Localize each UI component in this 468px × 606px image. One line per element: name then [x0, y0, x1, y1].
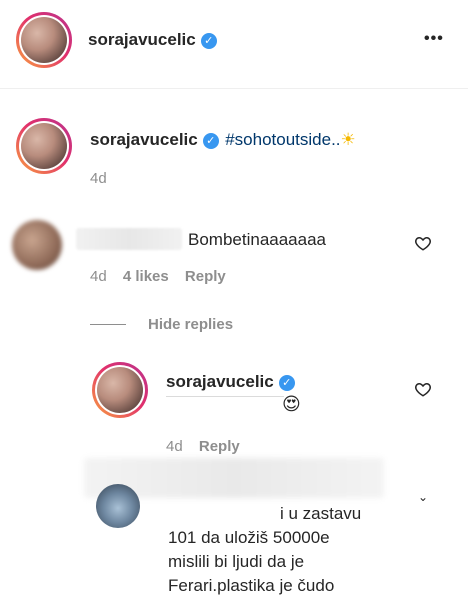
reply-button[interactable]: Reply [199, 438, 240, 455]
chevron-down-icon[interactable]: ⌄ [418, 490, 428, 504]
post-header: sorajavucelic ✓ ••• [0, 0, 468, 88]
sun-emoji-icon: ☀ [340, 130, 356, 149]
heart-eyes-emoji: 😍 [282, 394, 301, 414]
avatar[interactable] [96, 484, 140, 528]
comment-item: Bombetinaaaaaaa 4d 4 likes Reply [0, 210, 468, 310]
caption: sorajavucelic ✓ #sohotoutside..☀ 4d [0, 110, 468, 190]
comment-line-2: 101 da uložiš 50000e [168, 528, 330, 547]
avatar[interactable] [16, 12, 72, 68]
caption-time: 4d [90, 170, 107, 187]
comment-item: ⌄ i u zastavu 101 da uložiš 50000e misli… [0, 468, 468, 606]
reply-time: 4d [166, 438, 183, 455]
like-heart-icon[interactable] [414, 380, 432, 398]
comment-time: 4d [90, 268, 107, 285]
blurred-username [76, 228, 182, 250]
avatar[interactable] [12, 220, 62, 270]
caption-hashtag[interactable]: #sohotoutside.. [225, 130, 340, 149]
verified-badge-icon: ✓ [200, 32, 217, 49]
comment-line-4: Ferari.plastika je čudo [168, 576, 335, 595]
reply-username[interactable]: sorajavucelic [166, 372, 274, 391]
hide-replies-label[interactable]: Hide replies [148, 316, 233, 333]
comment-text: Bombetinaaaaaaa [188, 230, 327, 249]
caption-username[interactable]: sorajavucelic [90, 130, 198, 149]
like-heart-icon[interactable] [414, 234, 432, 252]
verified-badge-icon: ✓ [202, 132, 219, 149]
hide-replies[interactable]: Hide replies [90, 314, 290, 336]
verified-badge-icon: ✓ [278, 374, 295, 391]
reply-button[interactable]: Reply [185, 268, 226, 285]
comment-line-3: mislili bi ljudi da je [168, 552, 305, 571]
comment-line-1: i u zastavu [280, 504, 362, 523]
header-divider [0, 88, 468, 89]
avatar[interactable] [92, 362, 148, 418]
hide-replies-line [90, 324, 126, 325]
header-username[interactable]: sorajavucelic [88, 30, 196, 49]
comment-likes[interactable]: 4 likes [123, 268, 169, 285]
more-options-icon[interactable]: ••• [424, 30, 444, 48]
reply-underline [166, 396, 284, 397]
reply-item: sorajavucelic ✓ 😍 4d Reply [0, 358, 468, 458]
avatar[interactable] [16, 118, 72, 174]
